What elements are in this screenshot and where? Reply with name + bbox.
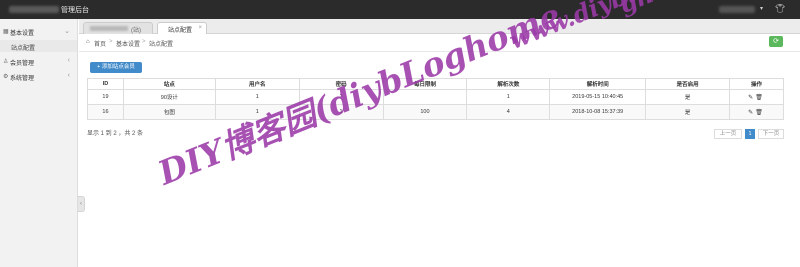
cell-daily-limit: 100: [382, 104, 468, 120]
grid-icon: ▦: [3, 29, 9, 35]
home-icon[interactable]: ⌂: [86, 39, 90, 45]
trash-icon[interactable]: 🗑︎: [755, 110, 765, 116]
column-header[interactable]: 是否启用: [645, 78, 730, 90]
sidebar-item-label: 基本设置: [10, 31, 35, 37]
user-menu-caret-icon[interactable]: ▾: [760, 5, 763, 12]
cell-actions: ✎🗑︎: [729, 104, 784, 120]
chevron-left-icon: ‹: [67, 72, 70, 79]
cell-id: 16: [87, 104, 124, 120]
sidebar-item-members[interactable]: ♙ 会员管理 ‹: [0, 56, 77, 68]
column-header[interactable]: 解析次数: [466, 78, 551, 90]
chevron-down-icon: ⌄: [64, 28, 70, 35]
column-header: 操作: [729, 78, 784, 90]
table-row: 16 包图 1 1 100 4 2018-10-08 15:37:39 是 ✎🗑…: [87, 104, 784, 120]
refresh-icon: ⟳: [773, 38, 779, 45]
breadcrumb-current: 站点配置: [149, 42, 174, 48]
column-header[interactable]: 站点: [122, 78, 216, 90]
sidebar-item-label: 会员管理: [10, 61, 35, 67]
column-header[interactable]: ID: [87, 78, 124, 90]
sidebar-item-basic-settings[interactable]: ▦ 基本设置 ⌄: [0, 26, 77, 38]
breadcrumb-home[interactable]: 首页: [94, 39, 106, 48]
refresh-button[interactable]: ⟳: [769, 36, 783, 47]
cell-actions: ✎🗑︎: [729, 89, 784, 105]
cell-enabled: 是: [645, 89, 730, 105]
column-header[interactable]: 密码: [298, 78, 384, 90]
breadcrumb-separator: >: [142, 39, 146, 45]
next-page-button[interactable]: 下一页: [758, 129, 784, 139]
cell-password: 2: [298, 89, 384, 105]
tab-site-config[interactable]: 站点配置 ×: [157, 22, 207, 34]
app-title: 管理后台: [61, 7, 89, 14]
column-header[interactable]: 每日限制: [382, 78, 468, 90]
user-name-blurred[interactable]: [719, 6, 755, 13]
tshirt-icon[interactable]: 👕︎: [775, 4, 785, 13]
trash-icon[interactable]: 🗑︎: [755, 95, 765, 101]
cell-count: 1: [466, 89, 551, 105]
sidebar-subitem-site-config[interactable]: 站点配置: [0, 40, 77, 52]
cell-time: 2018-10-08 15:37:39: [549, 104, 647, 120]
prev-page-button[interactable]: 上一页: [714, 129, 742, 139]
table-row: 19 90设计 1 2 1 2019-05-15 10:40:45 是 ✎🗑︎: [87, 89, 784, 105]
brand-logo-blurred: [9, 6, 59, 13]
tab-label-blurred: [90, 26, 128, 31]
site-member-table: ID 站点 用户名 密码 每日限制 解析次数 解析时间 是否启用 操作 19 9…: [87, 78, 784, 120]
cell-site: 包图: [122, 104, 216, 120]
close-icon[interactable]: ×: [198, 25, 202, 31]
cell-time: 2019-05-15 10:40:45: [549, 89, 647, 105]
top-navbar: 管理后台 ▾ 👕︎: [0, 0, 800, 19]
tab-bar: (站) 站点配置 ×: [79, 19, 800, 34]
tab-label: 站点配置: [168, 28, 193, 34]
table-header-row: ID 站点 用户名 密码 每日限制 解析次数 解析时间 是否启用 操作: [87, 78, 784, 90]
cell-daily-limit: [382, 89, 468, 105]
column-header[interactable]: 解析时间: [549, 78, 647, 90]
sidebar-item-system[interactable]: ⚙ 系统管理 ‹: [0, 71, 77, 83]
cell-username: 1: [214, 104, 300, 120]
cell-count: 4: [466, 104, 551, 120]
column-header[interactable]: 用户名: [214, 78, 300, 90]
tab-suffix: (站): [131, 28, 141, 34]
breadcrumb-basic-settings[interactable]: 基本设置: [116, 39, 140, 48]
page-1-button[interactable]: 1: [745, 129, 755, 139]
sidebar-subitem-label: 站点配置: [11, 46, 36, 52]
sidebar-collapse-toggle[interactable]: ‹: [78, 196, 85, 212]
add-site-member-button[interactable]: + 添加站点会员: [90, 62, 142, 73]
tab-blurred[interactable]: (站): [83, 22, 153, 34]
user-icon: ♙: [3, 59, 9, 65]
pagination-summary: 显示 1 到 2 ，共 2 条: [87, 131, 144, 137]
gear-icon: ⚙: [3, 74, 9, 80]
cell-password: 1: [298, 104, 384, 120]
sidebar: ▦ 基本设置 ⌄ 站点配置 ♙ 会员管理 ‹ ⚙ 系统管理 ‹: [0, 19, 78, 267]
cell-site: 90设计: [122, 89, 216, 105]
cell-enabled: 是: [645, 104, 730, 120]
cell-id: 19: [87, 89, 124, 105]
breadcrumb: ⌂ 首页 > 基本设置 > 站点配置: [79, 34, 800, 52]
sidebar-item-label: 系统管理: [10, 76, 35, 82]
cell-username: 1: [214, 89, 300, 105]
chevron-left-icon: ‹: [67, 57, 70, 64]
breadcrumb-separator: >: [109, 39, 113, 45]
